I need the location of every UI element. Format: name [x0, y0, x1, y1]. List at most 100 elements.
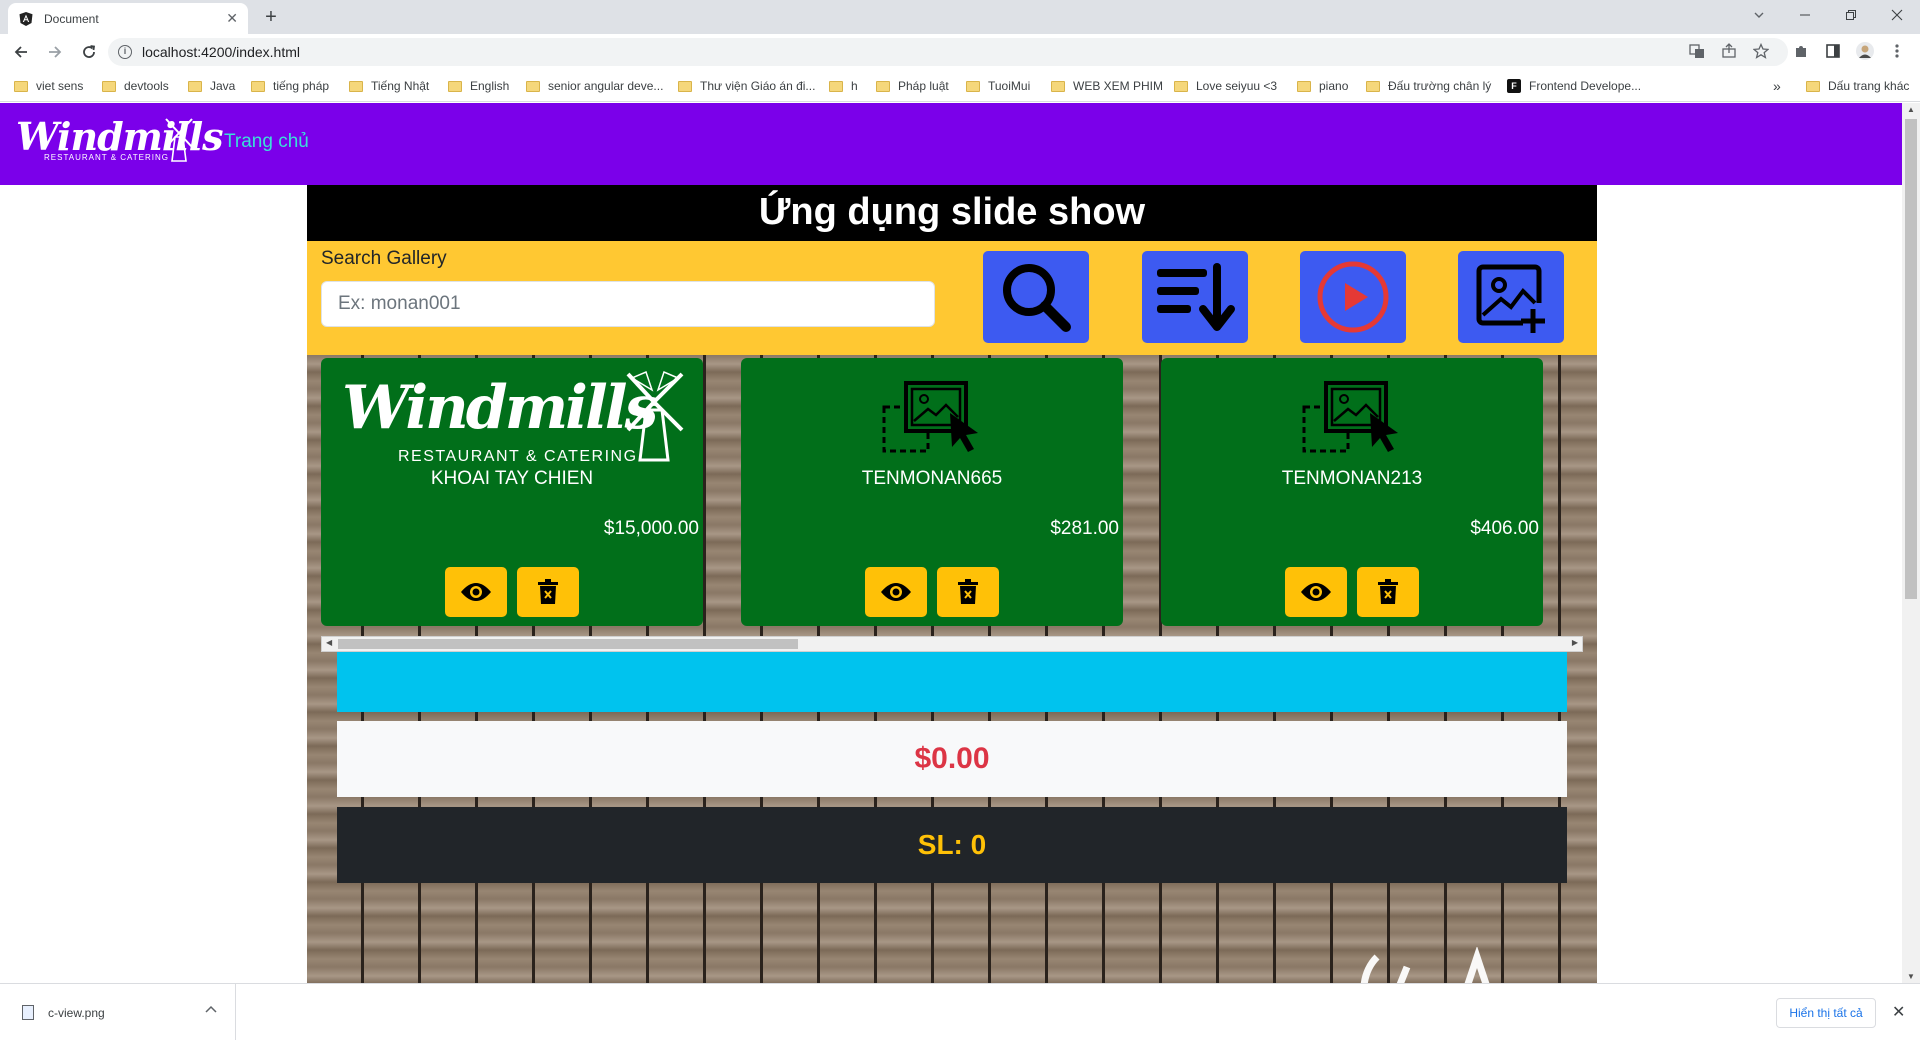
cards-horizontal-scrollbar[interactable]: ◀ ▶: [321, 636, 1583, 652]
view-button[interactable]: [445, 567, 507, 617]
trash-icon: [1378, 579, 1398, 604]
show-all-downloads-button[interactable]: Hiển thị tất cả: [1776, 998, 1876, 1028]
restore-icon[interactable]: [1828, 0, 1874, 30]
info-bar: [337, 652, 1567, 712]
bookmark-item[interactable]: WEB XEM PHIM: [1051, 77, 1163, 95]
eye-icon: [1301, 583, 1331, 601]
delete-button[interactable]: [517, 567, 579, 617]
view-button[interactable]: [865, 567, 927, 617]
bookmark-item[interactable]: Pháp luật: [876, 77, 949, 95]
angular-icon: [19, 11, 33, 26]
bookmark-item[interactable]: TuoiMui: [966, 77, 1030, 95]
scroll-down-arrow-icon[interactable]: ▼: [1907, 972, 1915, 981]
extensions-icon[interactable]: [1789, 39, 1813, 63]
bookmark-item[interactable]: F Frontend Develope...: [1507, 77, 1641, 95]
bookmark-item[interactable]: Đấu trường chân lý: [1366, 77, 1491, 95]
forward-icon[interactable]: [42, 39, 68, 65]
windmill-watermark-icon: [1347, 905, 1527, 983]
bookmark-item[interactable]: viet sens: [14, 77, 83, 95]
sort-button[interactable]: [1142, 251, 1248, 343]
close-download-bar-icon[interactable]: ✕: [1892, 1002, 1905, 1022]
windmills-logo: Windmills RESTAURANT & CATERING: [332, 368, 692, 468]
menu-kebab-icon[interactable]: [1885, 39, 1909, 63]
gallery-card[interactable]: TENMONAN665 $281.00: [741, 358, 1123, 626]
image-file-icon: [22, 1005, 34, 1020]
card-name: TENMONAN665: [861, 468, 1003, 489]
browser-tab[interactable]: Document ✕: [8, 3, 248, 34]
scrollbar-thumb[interactable]: [1905, 119, 1917, 599]
url-bar[interactable]: i localhost:4200/index.html: [108, 38, 1788, 66]
gallery-card[interactable]: TENMONAN213 $406.00: [1161, 358, 1543, 626]
bookmark-item[interactable]: Thư viện Giáo án đi...: [678, 77, 815, 95]
scroll-right-arrow-icon[interactable]: ▶: [1572, 638, 1578, 647]
search-button[interactable]: [983, 251, 1089, 343]
close-window-icon[interactable]: [1874, 0, 1920, 30]
gallery-cards: Windmills RESTAURANT & CATERING KHOAI TA…: [321, 358, 1583, 652]
add-image-icon: [1476, 264, 1545, 333]
placeholder-image-icon: [1302, 381, 1398, 453]
windmill-icon: [165, 118, 193, 162]
tab-title: Document: [44, 11, 99, 26]
bookmark-item[interactable]: devtools: [102, 77, 169, 95]
view-button[interactable]: [1285, 567, 1347, 617]
bookmark-item[interactable]: h: [829, 77, 858, 95]
play-slideshow-button[interactable]: [1300, 251, 1406, 343]
scroll-left-arrow-icon[interactable]: ◀: [326, 638, 332, 647]
tab-search-icon[interactable]: [1736, 0, 1782, 30]
nav-home-link[interactable]: Trang chủ: [224, 131, 309, 153]
bookmark-item[interactable]: senior angular deve...: [526, 77, 663, 95]
browser-tab-strip: Document ✕ +: [0, 0, 1920, 34]
chevron-up-icon[interactable]: [205, 1002, 217, 1016]
folder-icon: [251, 80, 265, 92]
share-icon[interactable]: [1717, 39, 1741, 63]
tab-close-icon[interactable]: ✕: [226, 10, 238, 27]
bookmarks-bar: viet sens devtools Java tiếng pháp Tiếng…: [0, 70, 1920, 102]
sort-icon: [1157, 263, 1235, 331]
page-title: Ứng dụng slide show: [307, 185, 1597, 241]
page-vertical-scrollbar[interactable]: ▲ ▼: [1902, 103, 1920, 983]
card-price: $406.00: [1470, 518, 1539, 539]
new-tab-button[interactable]: +: [258, 4, 284, 30]
search-label: Search Gallery: [321, 248, 447, 269]
gallery-card[interactable]: Windmills RESTAURANT & CATERING KHOAI TA…: [321, 358, 703, 626]
bookmark-star-icon[interactable]: [1749, 39, 1773, 63]
frontend-site-icon: F: [1507, 79, 1521, 93]
delete-button[interactable]: [937, 567, 999, 617]
gallery-toolbar: Search Gallery: [307, 241, 1597, 355]
folder-icon: [1174, 80, 1188, 92]
site-navbar: Windmills RESTAURANT & CATERING Trang ch…: [0, 103, 1902, 185]
bookmark-item[interactable]: piano: [1297, 77, 1348, 95]
scroll-up-arrow-icon[interactable]: ▲: [1907, 105, 1915, 114]
download-item[interactable]: c-view.png: [0, 984, 236, 1040]
total-price: $0.00: [337, 721, 1567, 797]
site-info-icon[interactable]: i: [118, 45, 132, 59]
eye-icon: [881, 583, 911, 601]
url-text: localhost:4200/index.html: [142, 44, 300, 60]
translate-icon[interactable]: [1685, 39, 1709, 63]
play-icon: [1317, 261, 1389, 333]
more-bookmarks-icon[interactable]: »: [1773, 77, 1781, 95]
address-toolbar: i localhost:4200/index.html: [0, 34, 1920, 70]
side-panel-icon[interactable]: [1821, 39, 1845, 63]
trash-icon: [538, 579, 558, 604]
folder-icon: [526, 80, 540, 92]
minimize-icon[interactable]: [1782, 0, 1828, 30]
scrollbar-thumb[interactable]: [338, 639, 798, 649]
bookmark-item[interactable]: Tiếng Nhật: [349, 77, 429, 95]
back-icon[interactable]: [8, 39, 34, 65]
profile-avatar-icon[interactable]: [1853, 39, 1877, 63]
bookmark-item[interactable]: Love seiyuu <3: [1174, 77, 1277, 95]
search-input[interactable]: [321, 281, 935, 327]
folder-icon: [1366, 80, 1380, 92]
bookmark-item[interactable]: tiếng pháp: [251, 77, 329, 95]
card-image: [1161, 362, 1543, 474]
other-bookmarks[interactable]: Dấu trang khác: [1806, 77, 1909, 95]
bookmark-item[interactable]: English: [448, 77, 509, 95]
add-image-button[interactable]: [1458, 251, 1564, 343]
folder-icon: [1806, 80, 1820, 92]
delete-button[interactable]: [1357, 567, 1419, 617]
reload-icon[interactable]: [76, 39, 102, 65]
bookmark-item[interactable]: Java: [188, 77, 235, 95]
brand-logo[interactable]: Windmills RESTAURANT & CATERING: [16, 117, 224, 171]
windmill-icon: [626, 370, 684, 462]
